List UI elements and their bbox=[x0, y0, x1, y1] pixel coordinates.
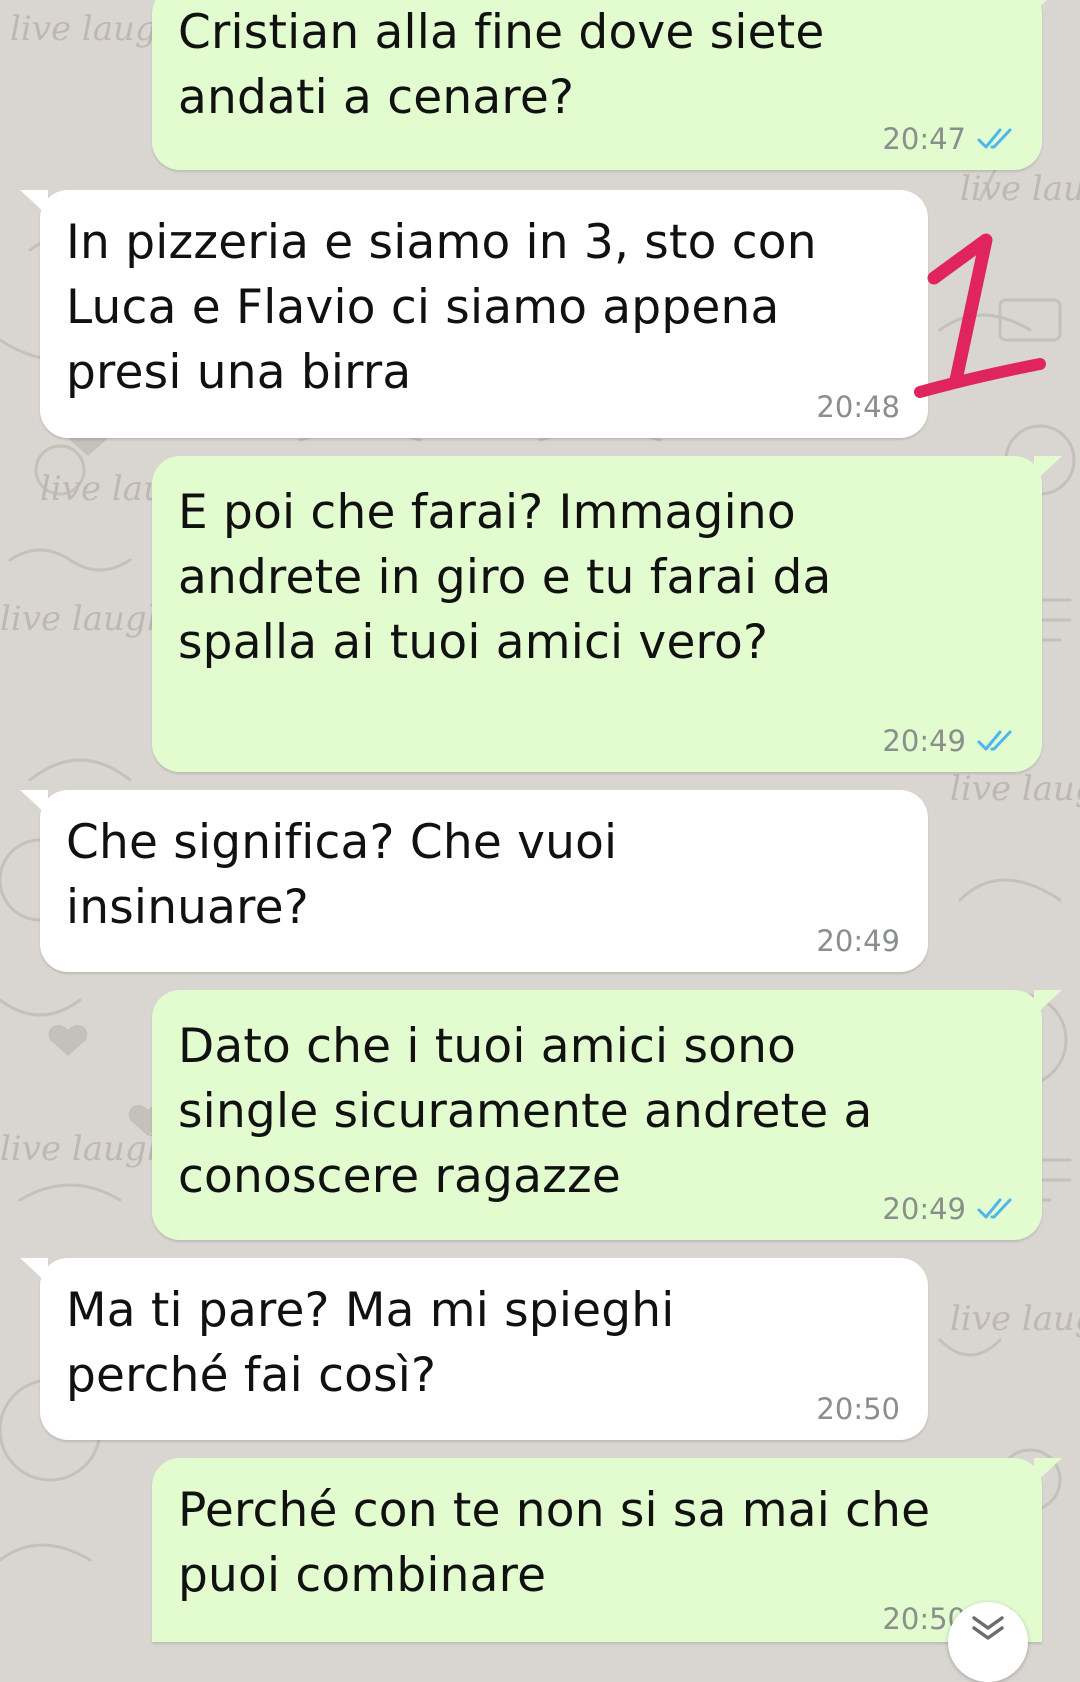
scroll-to-bottom-button[interactable] bbox=[948, 1602, 1028, 1682]
message-text: In pizzeria e siamo in 3, sto con Luca e… bbox=[66, 215, 817, 400]
message-time: 20:49 bbox=[882, 724, 966, 758]
message-time: 20:50 bbox=[816, 1392, 900, 1426]
outgoing-message[interactable]: E poi che farai? Immagino andrete in gir… bbox=[152, 456, 1062, 772]
message-time: 20:47 bbox=[882, 122, 966, 156]
bubble-tail-icon bbox=[1034, 1458, 1062, 1484]
message-text: Ma ti pare? Ma mi spieghi perché fai cos… bbox=[66, 1283, 675, 1403]
outgoing-message[interactable]: Perché con te non si sa mai che puoi com… bbox=[152, 1458, 1062, 1642]
incoming-message[interactable]: In pizzeria e siamo in 3, sto con Luca e… bbox=[20, 190, 928, 438]
message-meta: 20:48 bbox=[816, 390, 900, 424]
bubble-tail-icon bbox=[20, 790, 48, 816]
incoming-message[interactable]: Ma ti pare? Ma mi spieghi perché fai cos… bbox=[20, 1258, 928, 1440]
message-text: Dato che i tuoi amici sono single sicura… bbox=[178, 1019, 873, 1204]
message-time: 20:49 bbox=[882, 1192, 966, 1226]
outgoing-message[interactable]: Dato che i tuoi amici sono single sicura… bbox=[152, 990, 1062, 1240]
message-time: 20:49 bbox=[816, 924, 900, 958]
bubble-tail-icon bbox=[20, 1258, 48, 1284]
message-meta: 20:49 bbox=[816, 924, 900, 958]
message-meta: 20:47 bbox=[882, 122, 1018, 156]
message-text: Perché con te non si sa mai che puoi com… bbox=[178, 1483, 931, 1603]
message-meta: 20:49 bbox=[882, 1192, 1018, 1226]
message-text: Che significa? Che vuoi insinuare? bbox=[66, 815, 618, 935]
bubble-tail-icon bbox=[1034, 990, 1062, 1016]
bubble-tail-icon bbox=[1034, 456, 1062, 482]
message-meta: 20:49 bbox=[882, 724, 1018, 758]
message-meta: 20:50 bbox=[816, 1392, 900, 1426]
double-check-read-icon bbox=[977, 730, 1012, 751]
annotation-number-one: 1 bbox=[914, 233, 1046, 398]
outgoing-message[interactable]: Cristian alla fine dove siete andati a c… bbox=[152, 0, 1047, 170]
bubble-tail-icon bbox=[20, 190, 48, 216]
bubble-tail-icon bbox=[1034, 0, 1047, 12]
message-time: 20:48 bbox=[816, 390, 900, 424]
incoming-message[interactable]: Che significa? Che vuoi insinuare? 20:49 bbox=[20, 790, 928, 972]
double-check-read-icon bbox=[977, 1198, 1012, 1219]
chevron-double-down-icon bbox=[972, 1616, 1004, 1640]
double-check-read-icon bbox=[977, 128, 1012, 149]
message-text: E poi che farai? Immagino andrete in gir… bbox=[178, 485, 832, 670]
message-text: Cristian alla fine dove siete andati a c… bbox=[178, 5, 825, 125]
